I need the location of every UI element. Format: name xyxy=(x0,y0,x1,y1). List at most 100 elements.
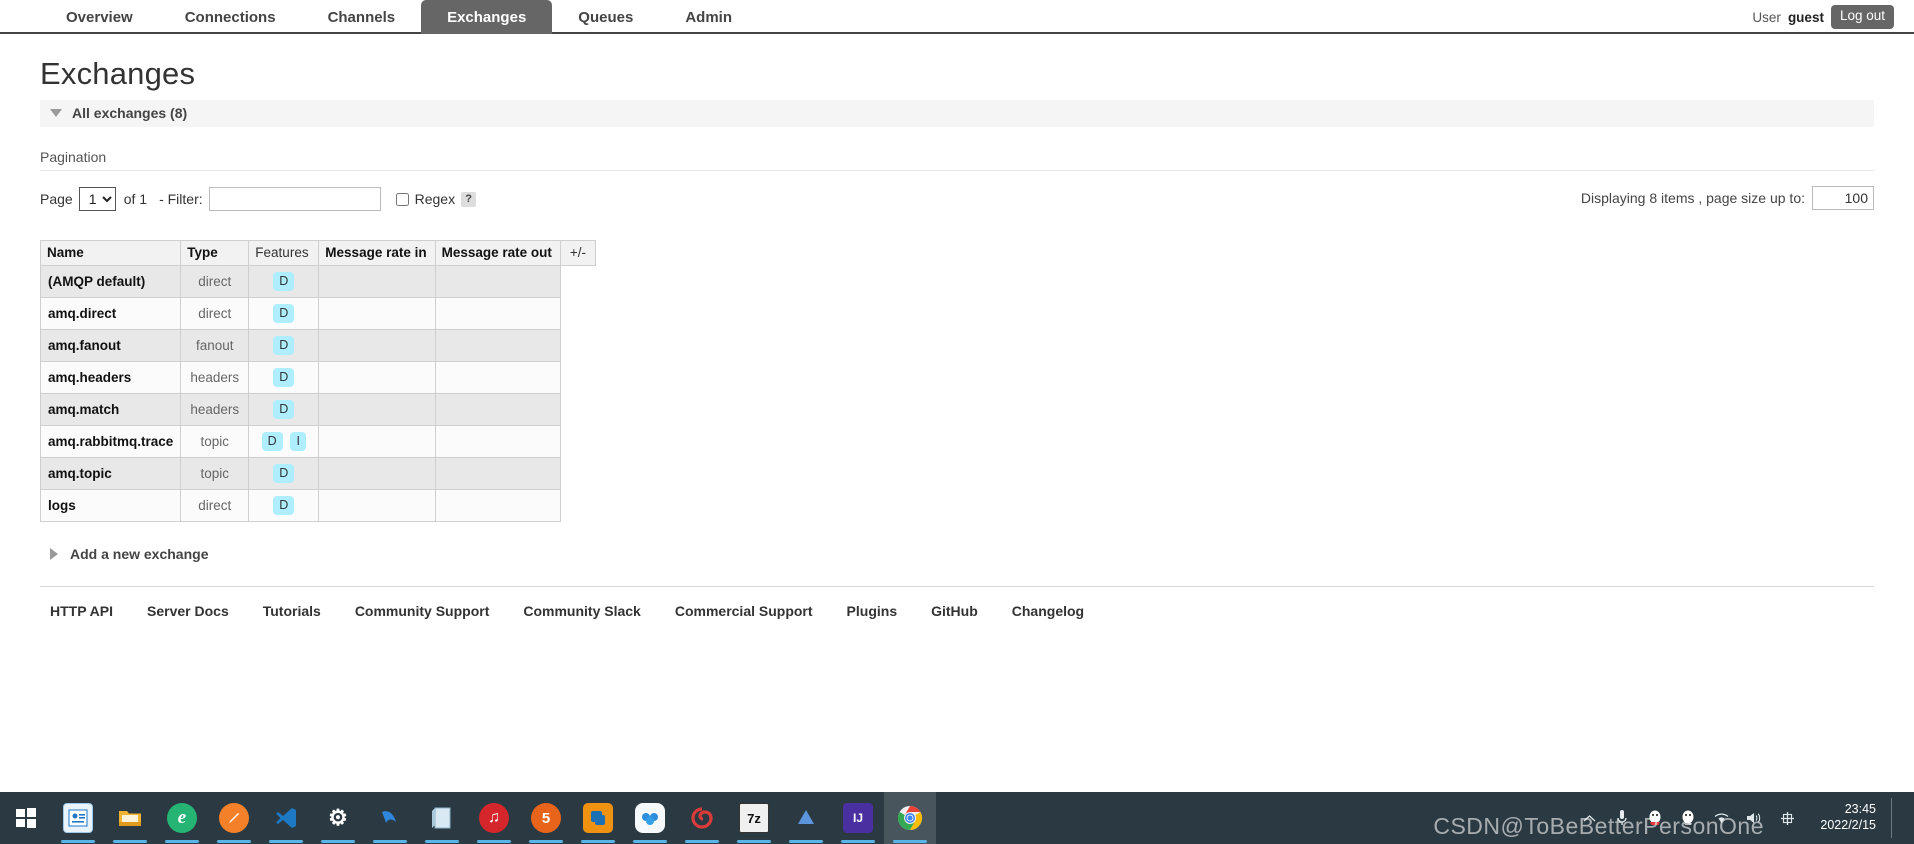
cell-message-rate-out xyxy=(434,425,561,458)
qq-secondary-icon[interactable] xyxy=(1678,807,1698,829)
table-head: Name Type Features Message rate in Messa… xyxy=(39,240,597,266)
taskbar-clock[interactable]: 23:45 2022/2/15 xyxy=(1810,802,1876,833)
baidu-netdisk-icon[interactable] xyxy=(624,792,676,844)
table-row[interactable]: logs direct D xyxy=(39,489,596,522)
microphone-icon[interactable] xyxy=(1612,807,1632,829)
tab-overview[interactable]: Overview xyxy=(40,0,159,34)
tab-admin[interactable]: Admin xyxy=(659,0,758,34)
cell-features: D xyxy=(248,361,320,394)
all-exchanges-section-toggle[interactable]: All exchanges (8) xyxy=(40,100,1874,127)
table-row[interactable]: amq.fanout fanout D xyxy=(39,329,596,362)
running-indicator xyxy=(113,840,147,843)
start-button[interactable] xyxy=(0,792,52,844)
table-row[interactable]: amq.headers headers D xyxy=(39,361,596,394)
table-row[interactable]: amq.topic topic D xyxy=(39,457,596,490)
page-of-label: of 1 xyxy=(123,191,148,207)
pen-app-icon[interactable] xyxy=(208,792,260,844)
chevron-up-icon[interactable] xyxy=(1579,807,1599,829)
running-indicator xyxy=(321,840,355,843)
add-exchange-toggle[interactable]: Add a new exchange xyxy=(40,546,1874,562)
column-header-name[interactable]: Name xyxy=(39,240,182,266)
html5-app-icon[interactable]: 5 xyxy=(520,792,572,844)
pagination-legend: Pagination xyxy=(40,149,1874,171)
table-row[interactable]: amq.match headers D xyxy=(39,393,596,426)
pen-icon xyxy=(219,803,249,833)
contacts-app-icon[interactable] xyxy=(52,792,104,844)
displaying-text: Displaying 8 items , page size up to: xyxy=(1580,190,1805,206)
file-explorer-icon[interactable] xyxy=(104,792,156,844)
tab-admin-label: Admin xyxy=(685,8,732,26)
column-header-message-rate-out[interactable]: Message rate out xyxy=(434,240,561,266)
running-indicator xyxy=(373,840,407,843)
netease-music-icon[interactable]: ♫ xyxy=(468,792,520,844)
page-select[interactable]: 1 xyxy=(78,187,116,211)
running-indicator xyxy=(477,840,511,843)
tab-queues[interactable]: Queues xyxy=(552,0,659,34)
edge-browser-icon[interactable]: e xyxy=(156,792,208,844)
cell-exchange-name[interactable]: amq.direct xyxy=(39,297,182,330)
footer-link-server-docs[interactable]: Server Docs xyxy=(147,603,229,619)
running-indicator xyxy=(269,840,303,843)
column-header-message-rate-in[interactable]: Message rate in xyxy=(318,240,436,266)
show-desktop-button[interactable] xyxy=(1891,798,1900,838)
chevron-right-icon xyxy=(50,548,58,560)
column-toggle-button[interactable]: +/- xyxy=(559,240,597,266)
cell-message-rate-out xyxy=(434,329,561,362)
navicat-app-icon[interactable] xyxy=(364,792,416,844)
filter-input[interactable] xyxy=(208,187,381,211)
footer-link-github[interactable]: GitHub xyxy=(931,603,978,619)
footer-link-commercial-support[interactable]: Commercial Support xyxy=(675,603,813,619)
running-indicator xyxy=(581,840,615,843)
wps-app-icon[interactable] xyxy=(676,792,728,844)
footer-link-http-api[interactable]: HTTP API xyxy=(50,603,113,619)
table-body: (AMQP default) direct D amq.direct direc… xyxy=(39,265,596,522)
tab-exchanges[interactable]: Exchanges xyxy=(421,0,553,34)
typora-app-icon[interactable] xyxy=(780,792,832,844)
running-indicator xyxy=(217,840,251,843)
table-row[interactable]: amq.rabbitmq.trace topic D I xyxy=(39,425,596,458)
cell-exchange-name[interactable]: amq.fanout xyxy=(39,329,182,362)
qq-icon[interactable] xyxy=(1645,807,1665,829)
vs-code-icon[interactable] xyxy=(260,792,312,844)
chrome-browser-icon[interactable] xyxy=(884,792,936,844)
cell-exchange-name[interactable]: (AMQP default) xyxy=(39,265,182,298)
logout-button[interactable]: Log out xyxy=(1830,5,1894,29)
footer-link-tutorials[interactable]: Tutorials xyxy=(263,603,321,619)
ime-icon[interactable] xyxy=(1777,807,1797,829)
page-size-input[interactable] xyxy=(1812,186,1874,210)
cell-exchange-name[interactable]: amq.match xyxy=(39,393,182,426)
cell-message-rate-in xyxy=(318,425,436,458)
cell-message-rate-in xyxy=(318,457,436,490)
cell-exchange-name[interactable]: logs xyxy=(39,489,182,522)
user-label: User xyxy=(1752,9,1781,25)
settings-app-icon[interactable]: ⚙ xyxy=(312,792,364,844)
column-header-features[interactable]: Features xyxy=(248,240,320,266)
music-icon: ♫ xyxy=(479,803,509,833)
html5-icon: 5 xyxy=(531,803,561,833)
footer-link-community-support[interactable]: Community Support xyxy=(355,603,490,619)
footer-link-changelog[interactable]: Changelog xyxy=(1012,603,1084,619)
vscode-icon xyxy=(271,803,301,833)
app-window: Overview Connections Channels Exchanges … xyxy=(0,0,1914,844)
notepad-app-icon[interactable] xyxy=(416,792,468,844)
footer-link-plugins[interactable]: Plugins xyxy=(847,603,898,619)
nav-tab-list: Overview Connections Channels Exchanges … xyxy=(0,0,1914,34)
7zip-app-icon[interactable]: 7z xyxy=(728,792,780,844)
volume-icon[interactable] xyxy=(1744,807,1764,829)
tab-channels[interactable]: Channels xyxy=(302,0,422,34)
wifi-icon[interactable] xyxy=(1711,807,1731,829)
cell-exchange-name[interactable]: amq.rabbitmq.trace xyxy=(39,425,182,458)
footer-link-community-slack[interactable]: Community Slack xyxy=(523,603,640,619)
help-icon[interactable]: ? xyxy=(461,191,477,207)
column-header-type[interactable]: Type xyxy=(180,240,250,266)
idea-app-icon[interactable]: IJ xyxy=(832,792,884,844)
cell-exchange-name[interactable]: amq.headers xyxy=(39,361,182,394)
table-row[interactable]: amq.direct direct D xyxy=(39,297,596,330)
vmware-app-icon[interactable] xyxy=(572,792,624,844)
cell-features: D xyxy=(248,457,320,490)
table-row[interactable]: (AMQP default) direct D xyxy=(39,265,596,298)
tab-overview-label: Overview xyxy=(66,8,133,26)
regex-checkbox[interactable] xyxy=(395,192,409,206)
tab-connections[interactable]: Connections xyxy=(159,0,302,34)
cell-exchange-name[interactable]: amq.topic xyxy=(39,457,182,490)
